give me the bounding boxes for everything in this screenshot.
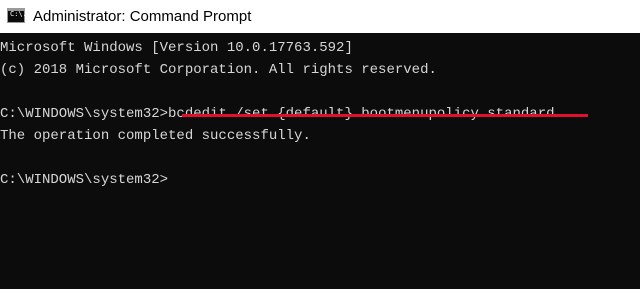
- command-highlight-underline: [182, 114, 588, 117]
- command-prompt-window: C:\. Administrator: Command Prompt Micro…: [0, 0, 640, 289]
- console-line-version: Microsoft Windows [Version 10.0.17763.59…: [0, 40, 353, 56]
- window-title: Administrator: Command Prompt: [33, 8, 252, 25]
- icon-glyph: C:\.: [10, 10, 27, 18]
- title-bar[interactable]: C:\. Administrator: Command Prompt: [0, 0, 640, 33]
- console-line-copyright: (c) 2018 Microsoft Corporation. All righ…: [0, 62, 437, 78]
- console-line-prompt[interactable]: C:\WINDOWS\system32>: [0, 169, 168, 191]
- console-line-result: The operation completed successfully.: [0, 128, 311, 144]
- command-prompt-icon[interactable]: C:\.: [7, 8, 27, 23]
- prompt-text: C:\WINDOWS\system32>: [0, 106, 169, 122]
